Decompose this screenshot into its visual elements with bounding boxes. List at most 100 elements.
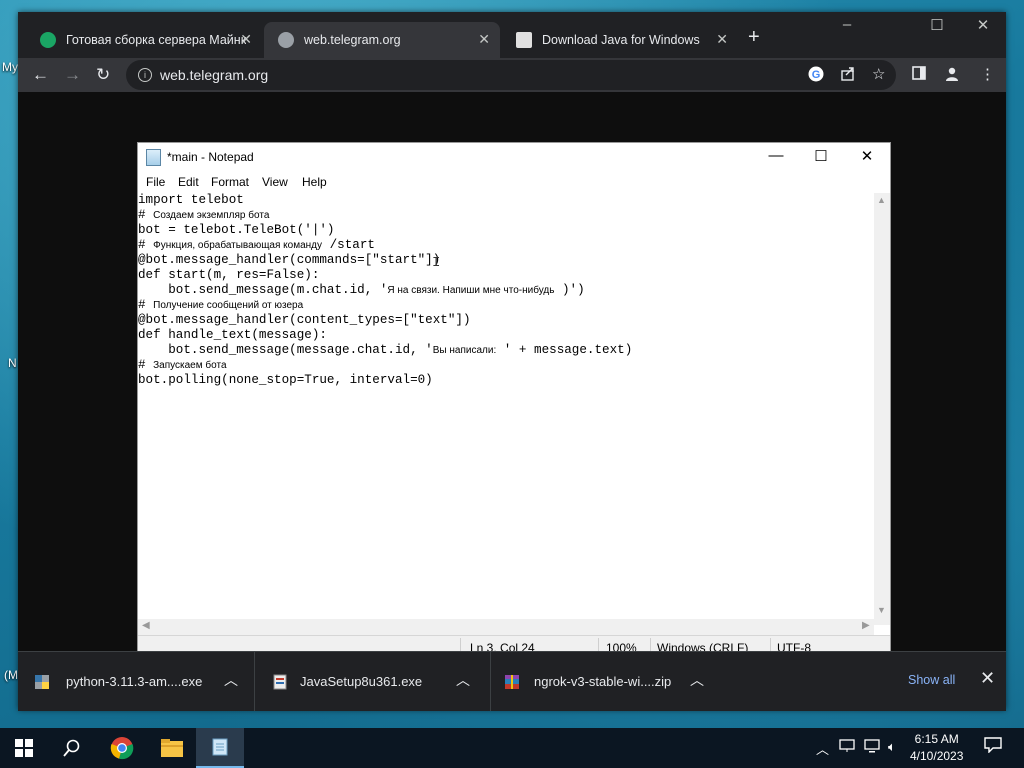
site-info-icon[interactable]: i [138, 68, 152, 82]
zip-archive-icon [504, 674, 520, 690]
maximize-window-button[interactable]: ☐ [914, 16, 960, 34]
scroll-up-icon[interactable]: ▲ [877, 195, 886, 205]
code-line[interactable]: def handle_text(message): [138, 328, 874, 343]
code-text: # [138, 358, 154, 372]
network-icon[interactable] [839, 739, 855, 756]
system-clock[interactable]: 6:15 AM 4/10/2023 [910, 731, 963, 765]
notification-icon[interactable] [984, 737, 1002, 756]
volume-icon[interactable]: 🔈︎ [888, 739, 896, 755]
window-title: *main - Notepad [167, 150, 254, 164]
address-bar[interactable]: i web.telegram.org [126, 60, 896, 90]
code-comment-text: Запускаем бота [153, 360, 227, 371]
code-text: ' + message.text) [496, 343, 633, 357]
code-text: bot.send_message(m.chat.id, ' [138, 283, 388, 297]
google-icon[interactable]: G [808, 66, 824, 87]
scroll-left-icon[interactable]: ◀ [142, 620, 150, 631]
code-line[interactable]: bot = telebot.TeleBot('|') [138, 223, 874, 238]
tab-java[interactable]: Download Java for Windows ✕ [502, 22, 738, 58]
code-line[interactable]: bot.send_message(message.chat.id, 'Вы на… [138, 343, 874, 358]
code-line[interactable]: # Получение сообщений от юзера [138, 298, 874, 313]
text-editor[interactable]: import telebot # Создаем экземпляр бота bo… [138, 193, 874, 625]
browser-toolbar: ← → ↻ i web.telegram.org G ☆ ⋮ [18, 58, 1006, 92]
chevron-up-icon[interactable]: ︿ [456, 670, 470, 690]
globe-icon [278, 32, 294, 48]
notepad-icon[interactable] [196, 728, 244, 768]
maximize-button[interactable]: ☐ [801, 147, 841, 165]
close-button[interactable]: ✕ [847, 147, 887, 165]
code-line[interactable]: bot.polling(none_stop=True, interval=0) [138, 373, 874, 388]
vertical-scrollbar[interactable]: ▲ ▼ [874, 193, 890, 625]
menu-icon[interactable]: ⋮ [980, 66, 995, 84]
code-line[interactable]: # Создаем экземпляр бота [138, 208, 874, 223]
code-line[interactable]: @bot.message_handler(content_types=["tex… [138, 313, 874, 328]
windows-taskbar: ︿ 🔈︎ 6:15 AM 4/10/2023 [0, 728, 1024, 768]
download-filename: ngrok-v3-stable-wi....zip [534, 674, 672, 689]
notepad-titlebar[interactable]: *main - Notepad — ☐ ✕ [138, 143, 890, 171]
share-icon[interactable] [840, 66, 856, 87]
chevron-up-icon[interactable]: ︿ [690, 670, 704, 690]
tab-telegram[interactable]: web.telegram.org ✕ [264, 22, 500, 58]
reload-button[interactable]: ↻ [96, 65, 110, 85]
chrome-icon[interactable] [98, 728, 146, 768]
menu-help[interactable]: Help [302, 175, 327, 189]
minimize-button[interactable]: — [756, 147, 796, 164]
download-item[interactable]: ngrok-v3-stable-wi....zip ︿ [490, 652, 726, 711]
code-text: # [138, 298, 154, 312]
code-text: import telebot [138, 193, 244, 207]
menu-format[interactable]: Format [211, 175, 249, 189]
download-item[interactable]: python-3.11.3-am....exe ︿ [18, 652, 254, 711]
scroll-right-icon[interactable]: ▶ [862, 620, 870, 631]
show-all-downloads-link[interactable]: Show all [908, 673, 955, 687]
menu-view[interactable]: View [262, 175, 288, 189]
code-line[interactable]: @bot.message_handler(commands=["start"]) [138, 253, 874, 268]
profile-icon[interactable] [944, 66, 960, 87]
forward-button[interactable]: → [64, 65, 81, 85]
code-text: @bot.message_handler(commands=["start"]) [138, 253, 441, 267]
url-text[interactable]: web.telegram.org [160, 67, 268, 83]
chevron-up-icon[interactable]: ︿ [224, 670, 238, 690]
menu-file[interactable]: File [146, 175, 165, 189]
monitor-icon[interactable] [864, 739, 880, 756]
close-downloads-bar-button[interactable]: ✕ [980, 668, 995, 689]
code-text: def start(m, res=False): [138, 268, 320, 282]
desktop-icon-label[interactable]: (M [4, 668, 18, 682]
code-line[interactable]: bot.send_message(m.chat.id, 'Я на связи.… [138, 283, 874, 298]
download-filename: JavaSetup8u361.exe [300, 674, 423, 689]
code-comment-text: Получение сообщений от юзера [153, 300, 304, 311]
notepad-window: *main - Notepad — ☐ ✕ File Edit Format V… [138, 143, 890, 660]
horizontal-scrollbar[interactable]: ◀ ▶ [138, 619, 874, 635]
back-button[interactable]: ← [32, 65, 49, 85]
close-tab-icon[interactable]: ✕ [716, 31, 728, 48]
code-comment-text: Функция, обрабатывающая команду [153, 240, 323, 251]
code-line[interactable]: import telebot [138, 193, 874, 208]
desktop-icon-label[interactable]: My [2, 60, 18, 74]
scroll-down-icon[interactable]: ▼ [877, 605, 886, 615]
new-tab-button[interactable]: + [748, 26, 760, 49]
file-explorer-icon[interactable] [148, 728, 196, 768]
desktop-icon-label[interactable]: N [8, 356, 17, 370]
menu-edit[interactable]: Edit [178, 175, 199, 189]
svg-text:G: G [812, 69, 821, 81]
code-text: @bot.message_handler(content_types=["tex… [138, 313, 471, 327]
windows-start-icon[interactable] [0, 728, 48, 768]
tab-minecraft[interactable]: Готовая сборка сервера Майнкрафт ✕ [26, 22, 262, 58]
sidepanel-icon[interactable] [912, 66, 926, 85]
close-tab-icon[interactable]: ✕ [240, 31, 252, 48]
close-tab-icon[interactable]: ✕ [478, 31, 490, 48]
tab-title: web.telegram.org [304, 33, 401, 47]
minimize-window-button[interactable]: ‒ [824, 16, 870, 33]
download-filename: python-3.11.3-am....exe [66, 674, 203, 689]
code-line[interactable]: # Запускаем бота [138, 358, 874, 373]
code-text: bot.polling(none_stop=True, interval=0) [138, 373, 433, 387]
download-item[interactable]: JavaSetup8u361.exe ︿ [254, 652, 490, 711]
code-comment-text: Создаем экземпляр бота [153, 210, 270, 221]
site-favicon-icon [40, 32, 56, 48]
code-text: # [138, 238, 154, 252]
code-line[interactable]: def start(m, res=False): [138, 268, 874, 283]
close-window-button[interactable]: ✕ [960, 16, 1006, 34]
search-icon[interactable] [48, 728, 96, 768]
bookmark-star-icon[interactable]: ☆ [872, 66, 885, 84]
chevron-up-icon[interactable]: ︿ [816, 739, 829, 758]
text-cursor-icon: I [432, 255, 441, 271]
code-line[interactable]: # Функция, обрабатывающая команду /start [138, 238, 874, 253]
